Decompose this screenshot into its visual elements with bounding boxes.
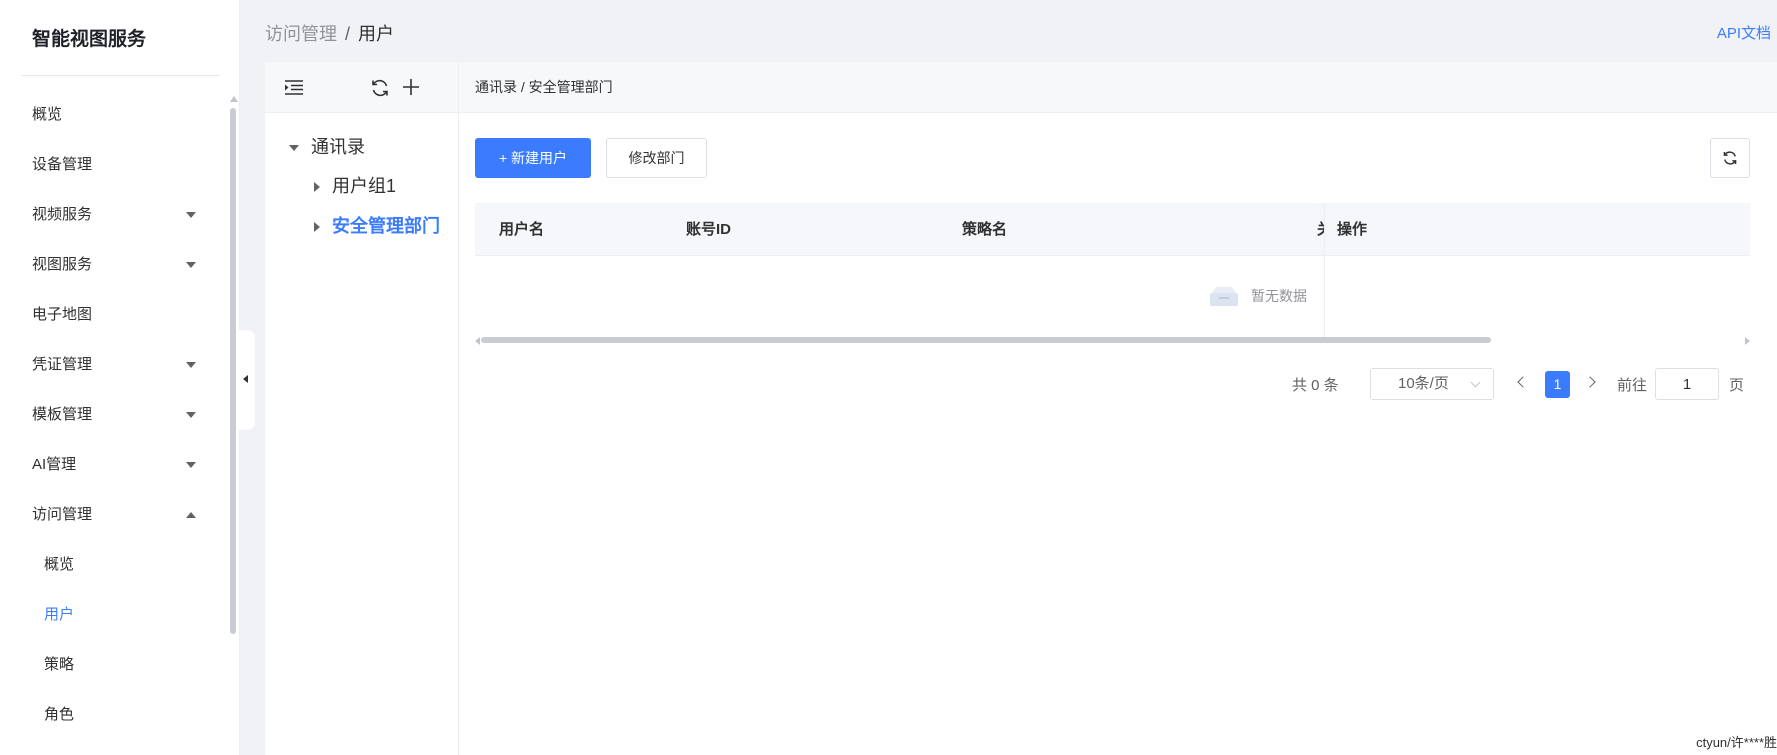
sidebar-item-label: 视频服务 xyxy=(32,206,93,223)
sidebar-item-ai-management[interactable]: AI管理 xyxy=(0,440,226,490)
sidebar-item-label: 电子地图 xyxy=(32,306,93,323)
sidebar-item-view-service[interactable]: 视图服务 xyxy=(0,240,226,290)
tree-node-label: 通讯录 xyxy=(311,137,365,157)
main-card: 通讯录 用户组1 安全管理部门 通讯录 / 安全管理部门 + 新建用户 修改部门… xyxy=(265,62,1777,755)
indent-icon[interactable] xyxy=(285,80,303,98)
breadcrumb: 访问管理 / 用户 xyxy=(265,20,394,46)
tree-toolbar xyxy=(265,62,458,113)
sidebar-item-label: 设备管理 xyxy=(32,156,93,173)
caret-left-icon xyxy=(243,375,248,383)
page-number-current[interactable]: 1 xyxy=(1545,371,1570,398)
refresh-icon[interactable] xyxy=(370,78,390,101)
sidebar-item-label: 角色 xyxy=(44,706,75,723)
sidebar-item-label: 模板管理 xyxy=(32,406,93,423)
chevron-up-icon xyxy=(186,512,196,518)
sidebar-item-electronic-map[interactable]: 电子地图 xyxy=(0,290,226,340)
sidebar-collapse-handle[interactable] xyxy=(238,330,255,430)
page-unit-label: 页 xyxy=(1729,377,1745,394)
sidebar-subitem-users[interactable]: 用户 xyxy=(0,590,226,640)
caret-down-icon[interactable] xyxy=(289,145,299,152)
prev-page-icon[interactable] xyxy=(1517,376,1529,388)
caret-right-icon[interactable] xyxy=(314,222,320,233)
tree-node-user-group-1[interactable]: 用户组1 xyxy=(314,172,396,198)
breadcrumb-parent[interactable]: 访问管理 xyxy=(265,24,337,44)
sidebar-menu: 概览 设备管理 视频服务 视图服务 电子地图 凭证管理 模板管理 AI管理 访问… xyxy=(0,90,226,740)
chevron-down-icon xyxy=(186,262,196,268)
breadcrumb-separator: / xyxy=(345,24,351,44)
chevron-down-icon xyxy=(186,212,196,218)
chevron-down-icon xyxy=(1470,377,1481,388)
sidebar-item-label: AI管理 xyxy=(32,456,77,473)
chevron-down-icon xyxy=(186,462,196,468)
tree-node-label: 用户组1 xyxy=(332,176,397,196)
sidebar-item-credential-management[interactable]: 凭证管理 xyxy=(0,340,226,390)
chevron-down-icon xyxy=(186,412,196,418)
pagination: 共 0 条 10条/页 1 前往 页 xyxy=(459,368,1777,400)
tree-node-security-dept[interactable]: 安全管理部门 xyxy=(314,212,440,238)
page-size-select[interactable]: 10条/页 xyxy=(1370,368,1494,400)
tree-panel: 通讯录 用户组1 安全管理部门 xyxy=(265,62,459,755)
table-header: 用户名 账号ID 策略名 关 操作 xyxy=(475,203,1750,256)
edit-department-button[interactable]: 修改部门 xyxy=(606,138,707,178)
api-docs-link[interactable]: API文档 xyxy=(1717,22,1771,43)
new-user-button[interactable]: + 新建用户 xyxy=(475,138,591,178)
next-page-icon[interactable] xyxy=(1584,376,1596,388)
column-header-account-id: 账号ID xyxy=(686,221,732,238)
sidebar-item-label: 凭证管理 xyxy=(32,356,93,373)
sidebar: 智能视图服务 概览 设备管理 视频服务 视图服务 电子地图 凭证管理 模板管理 … xyxy=(0,0,240,755)
scroll-up-arrow-icon[interactable] xyxy=(230,96,238,102)
sidebar-item-label: 概览 xyxy=(44,556,75,573)
pagination-total: 共 0 条 xyxy=(1292,377,1339,394)
empty-box-icon xyxy=(1209,285,1239,310)
tree-node-label: 安全管理部门 xyxy=(332,216,440,236)
refresh-icon xyxy=(1723,151,1737,165)
scroll-left-arrow-icon[interactable] xyxy=(475,337,480,345)
user-table: 用户名 账号ID 策略名 关 操作 暂无数据 xyxy=(475,203,1750,345)
goto-label: 前往 xyxy=(1617,377,1648,394)
sidebar-item-label: 概览 xyxy=(32,106,63,123)
caret-right-icon[interactable] xyxy=(314,182,320,193)
sidebar-subitem-policies[interactable]: 策略 xyxy=(0,640,226,690)
sidebar-subitem-overview[interactable]: 概览 xyxy=(0,540,226,590)
breadcrumb-current: 用户 xyxy=(358,24,395,44)
plus-icon[interactable] xyxy=(402,78,420,99)
chevron-down-icon xyxy=(186,362,196,368)
scroll-right-arrow-icon[interactable] xyxy=(1745,337,1750,345)
sidebar-item-device-management[interactable]: 设备管理 xyxy=(0,140,226,190)
sidebar-item-video-service[interactable]: 视频服务 xyxy=(0,190,226,240)
empty-text: 暂无数据 xyxy=(1251,288,1307,305)
column-header-policy-name: 策略名 xyxy=(962,221,1008,238)
refresh-table-button[interactable] xyxy=(1710,138,1750,178)
fixed-column-divider xyxy=(1324,203,1325,343)
sidebar-item-access-management[interactable]: 访问管理 xyxy=(0,490,226,540)
goto-page-input[interactable] xyxy=(1655,368,1719,400)
app-title: 智能视图服务 xyxy=(32,29,147,50)
user-list-panel: 通讯录 / 安全管理部门 + 新建用户 修改部门 用户名 账号ID 策略名 关 … xyxy=(459,62,1777,755)
empty-state: 暂无数据 xyxy=(1209,285,1307,310)
sidebar-item-label: 视图服务 xyxy=(32,256,93,273)
sidebar-subitem-roles[interactable]: 角色 xyxy=(0,690,226,740)
sidebar-item-label: 策略 xyxy=(44,656,75,673)
watermark-text: ctyun/许****胜 xyxy=(1696,732,1777,751)
table-horizontal-scrollbar[interactable] xyxy=(481,337,1491,343)
column-header-actions: 操作 xyxy=(1337,221,1368,238)
sidebar-item-label: 用户 xyxy=(44,606,75,623)
current-path: 通讯录 / 安全管理部门 xyxy=(459,62,1777,113)
sidebar-item-label: 访问管理 xyxy=(32,506,93,523)
sidebar-item-overview[interactable]: 概览 xyxy=(0,90,226,140)
divider xyxy=(22,75,220,76)
page-size-value: 10条/页 xyxy=(1398,375,1449,392)
column-header-username: 用户名 xyxy=(499,221,545,238)
column-header-truncated: 关 xyxy=(1317,203,1324,256)
tree-node-contacts[interactable]: 通讯录 xyxy=(289,133,365,159)
sidebar-item-template-management[interactable]: 模板管理 xyxy=(0,390,226,440)
sidebar-scrollbar[interactable] xyxy=(230,108,236,634)
